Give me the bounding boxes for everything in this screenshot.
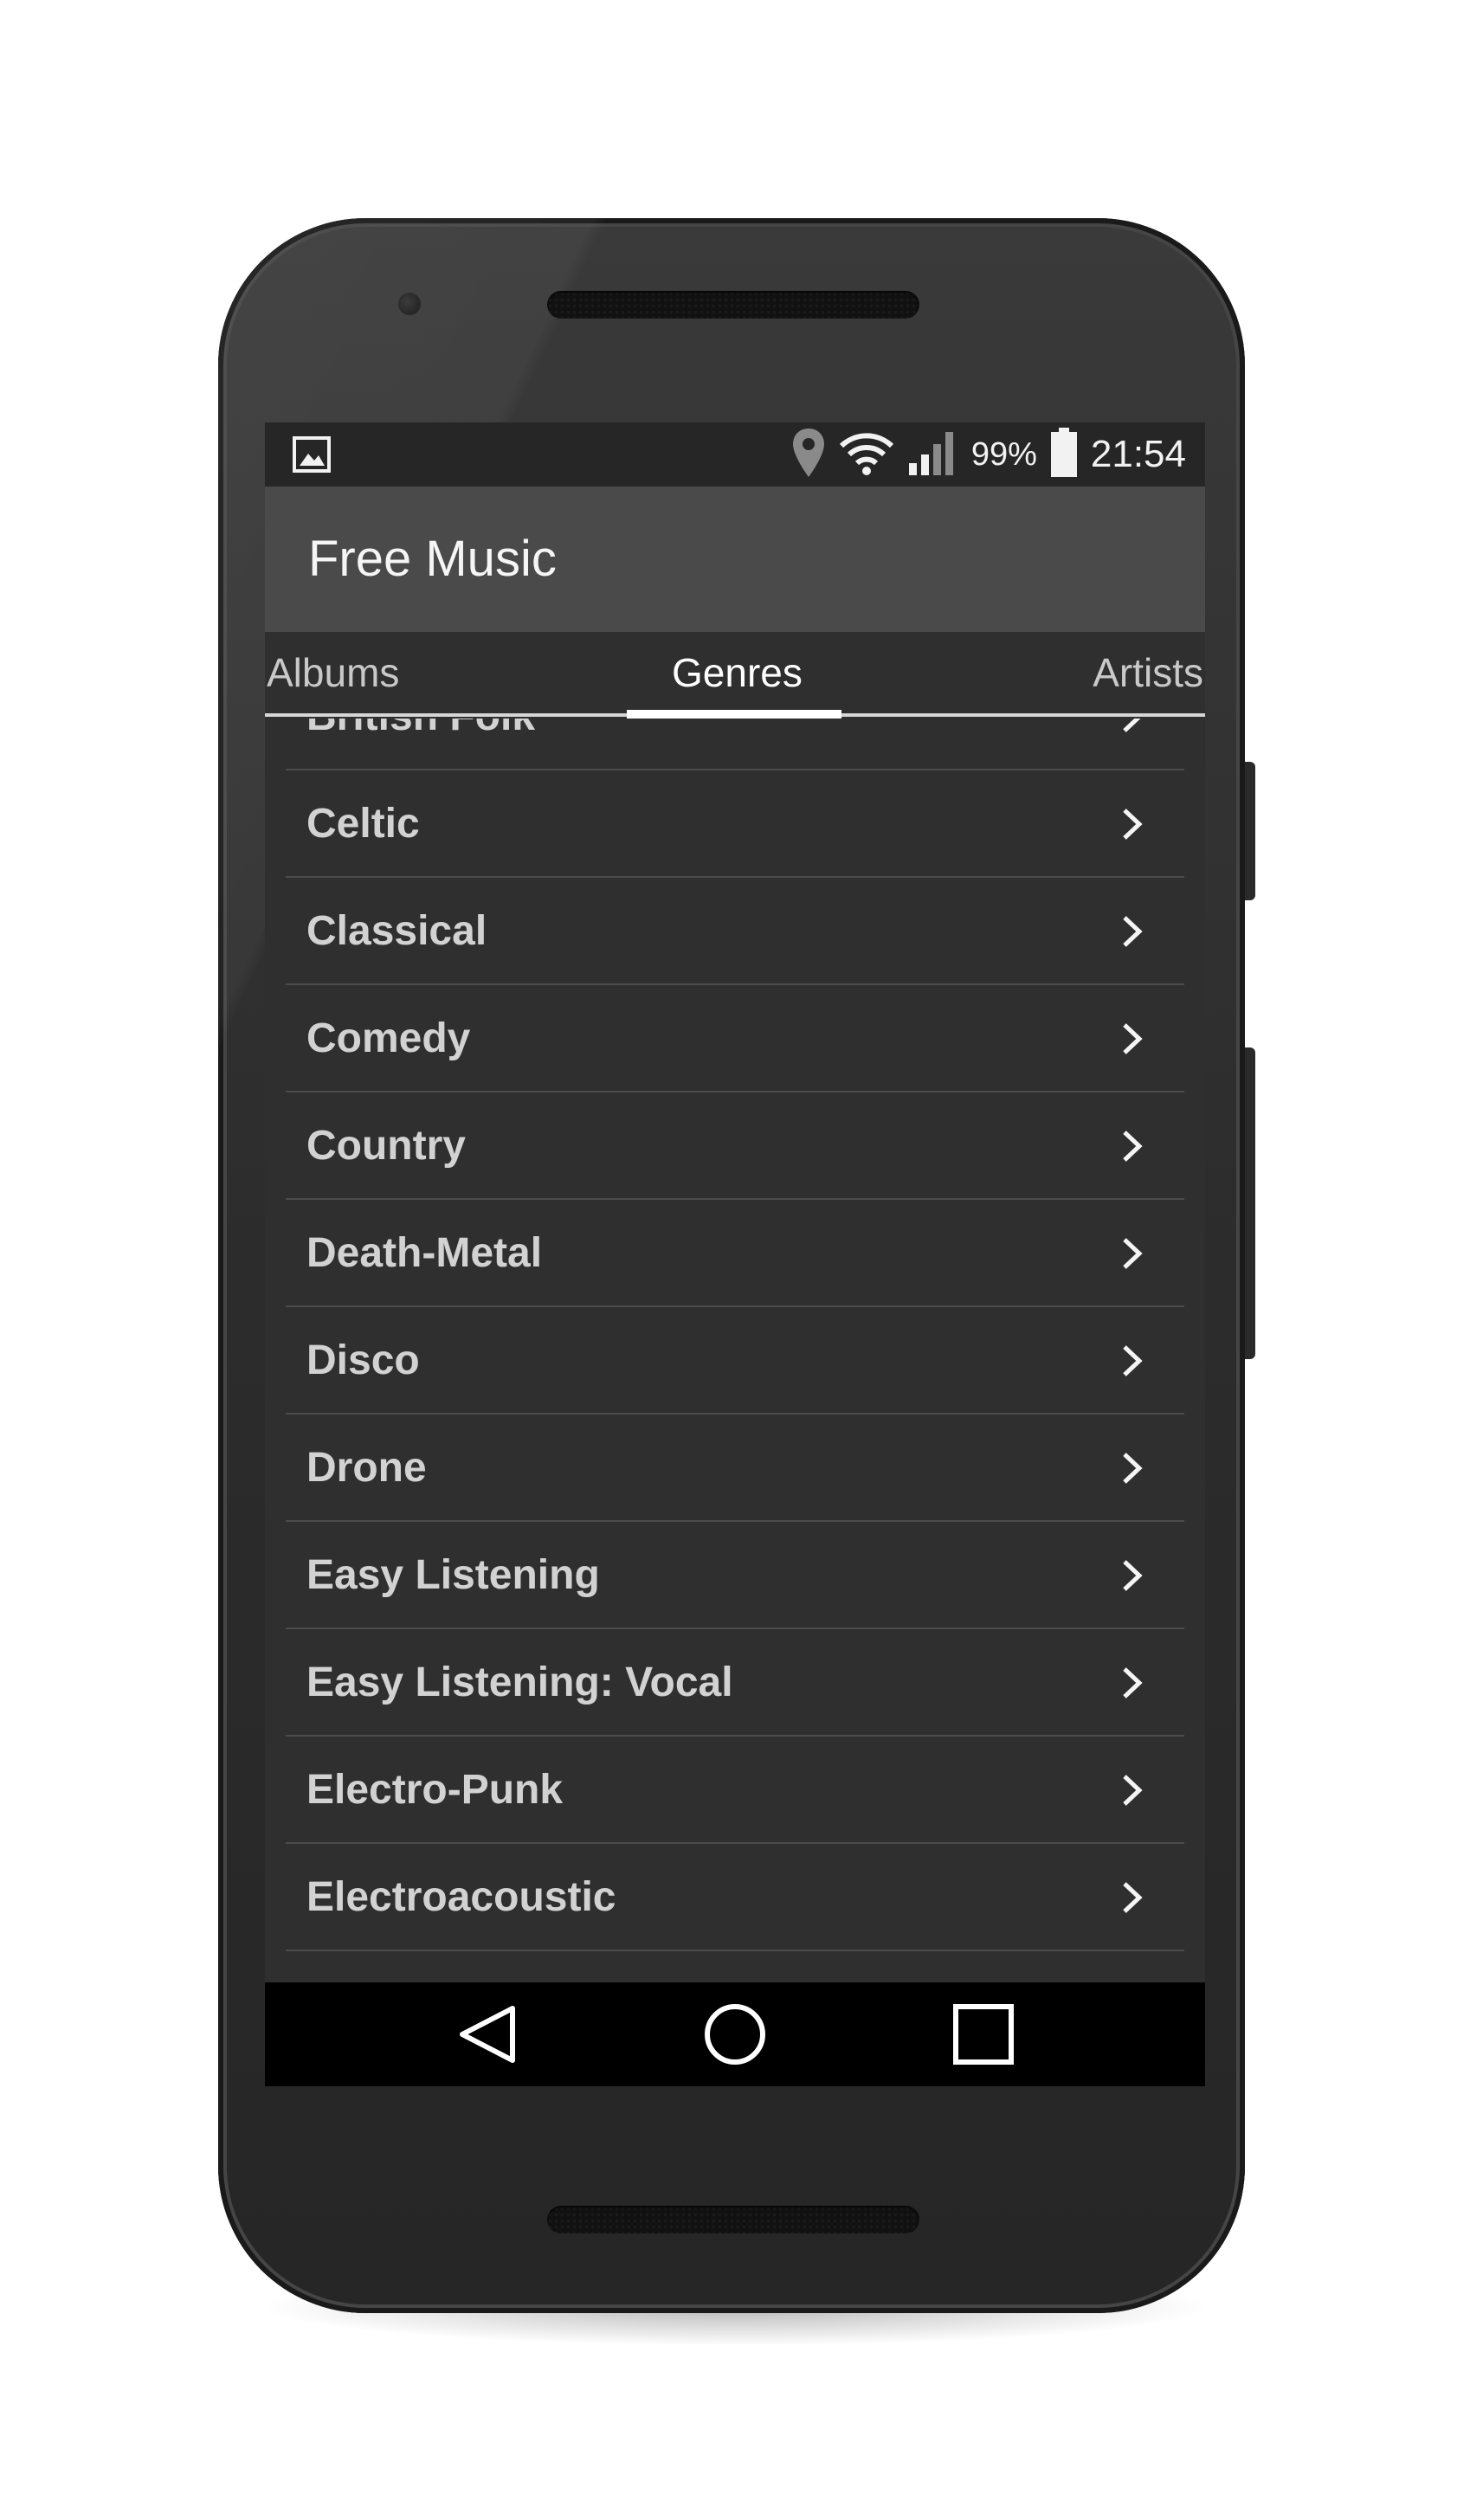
- list-item[interactable]: Death-Metal: [265, 1200, 1205, 1307]
- genre-label: British Folk: [306, 719, 535, 770]
- top-speaker: [547, 291, 919, 319]
- chevron-right-icon: [1123, 719, 1141, 732]
- list-item[interactable]: Disco: [265, 1307, 1205, 1415]
- bottom-speaker: [547, 2206, 919, 2233]
- tab-artists[interactable]: Artists: [1093, 632, 1203, 713]
- list-item[interactable]: Drone: [265, 1415, 1205, 1522]
- power-button: [1245, 762, 1255, 900]
- chevron-right-icon: [1123, 1453, 1143, 1484]
- genre-label: Country: [306, 1123, 466, 1169]
- location-icon: [791, 427, 826, 483]
- genre-list[interactable]: British Folk Celtic Classical Comedy Cou…: [265, 719, 1205, 1972]
- list-item[interactable]: Celtic: [265, 770, 1205, 878]
- chevron-right-icon: [1123, 1023, 1143, 1054]
- chevron-right-icon: [1123, 1560, 1143, 1591]
- chevron-right-icon: [1123, 1345, 1143, 1376]
- image-icon: [293, 436, 331, 477]
- chevron-right-icon: [1123, 1238, 1143, 1269]
- recents-icon[interactable]: [952, 2003, 1015, 2066]
- chevron-right-icon: [1123, 1131, 1143, 1162]
- chevron-right-icon: [1123, 1775, 1143, 1806]
- list-item[interactable]: Comedy: [265, 985, 1205, 1092]
- list-item[interactable]: Country: [265, 1092, 1205, 1200]
- genre-label: Disco: [306, 1337, 420, 1383]
- app-title: Free Music: [308, 531, 557, 587]
- wifi-icon: [838, 430, 895, 480]
- list-item[interactable]: Electroacoustic: [265, 1844, 1205, 1951]
- app-bar: Free Music: [265, 487, 1205, 632]
- home-icon[interactable]: [704, 2003, 766, 2066]
- list-item[interactable]: Electro-Punk: [265, 1737, 1205, 1844]
- genre-label: Comedy: [306, 1015, 471, 1061]
- tab-indicator: [627, 710, 841, 719]
- genre-label: Electroacoustic: [306, 1874, 616, 1920]
- list-item[interactable]: Easy Listening: [265, 1522, 1205, 1629]
- tab-bar: Albums Genres Artists: [265, 632, 1205, 719]
- genre-label: Drone: [306, 1445, 427, 1491]
- genre-label: Celtic: [306, 801, 420, 847]
- genre-label: Death-Metal: [306, 1230, 543, 1276]
- list-item[interactable]: Easy Listening: Vocal: [265, 1629, 1205, 1737]
- list-item[interactable]: British Folk: [265, 719, 1205, 770]
- back-icon[interactable]: [457, 2003, 519, 2066]
- volume-button: [1245, 1047, 1255, 1359]
- tab-genres[interactable]: Genres: [672, 632, 803, 713]
- screen: 99% 21:54 Free Music Albums Genres Artis…: [265, 422, 1205, 2086]
- list-item[interactable]: Classical: [265, 878, 1205, 985]
- navigation-bar: [265, 1982, 1205, 2086]
- genre-list-content: British Folk Celtic Classical Comedy Cou…: [265, 719, 1205, 1951]
- chevron-right-icon: [1123, 809, 1143, 840]
- battery-percent: 99%: [970, 435, 1037, 473]
- battery-icon: [1049, 427, 1079, 482]
- genre-label: Classical: [306, 908, 487, 954]
- genre-label: Easy Listening: [306, 1552, 600, 1598]
- chevron-right-icon: [1123, 1667, 1143, 1698]
- chevron-right-icon: [1123, 916, 1143, 947]
- status-bar: 99% 21:54: [265, 422, 1205, 487]
- clock: 21:54: [1090, 433, 1186, 475]
- genre-label: Easy Listening: Vocal: [306, 1660, 733, 1705]
- chevron-right-icon: [1123, 1882, 1143, 1913]
- genre-label: Electro-Punk: [306, 1767, 564, 1813]
- front-camera: [398, 293, 421, 315]
- tab-albums[interactable]: Albums: [267, 632, 399, 713]
- signal-icon: [907, 429, 959, 481]
